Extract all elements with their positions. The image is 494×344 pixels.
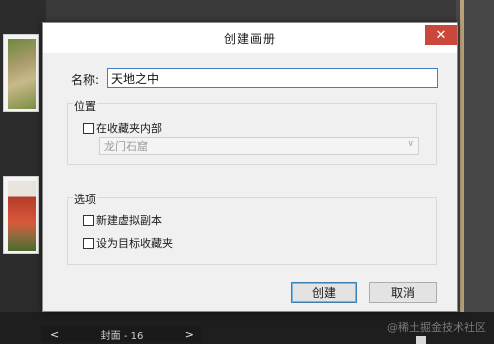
create-button[interactable]: 创建 bbox=[291, 282, 357, 303]
photo-thumbnail[interactable] bbox=[3, 34, 39, 112]
next-arrow-icon[interactable]: > bbox=[185, 328, 194, 341]
thumbnail-image bbox=[8, 181, 36, 251]
virtual-copy-checkbox[interactable] bbox=[83, 214, 94, 226]
set-target-label: 设为目标收藏夹 bbox=[96, 237, 173, 250]
thumbnail-size-slider[interactable] bbox=[416, 336, 426, 344]
set-target-option[interactable]: 设为目标收藏夹 bbox=[83, 235, 173, 251]
in-folder-option[interactable]: 在收藏夹内部 bbox=[83, 120, 162, 136]
filmstrip-navigator: < 封面 - 16 > bbox=[42, 326, 202, 342]
options-group bbox=[67, 197, 437, 265]
thumbnail-image bbox=[8, 39, 36, 109]
virtual-copy-label: 新建虚拟副本 bbox=[96, 214, 162, 227]
dialog-titlebar[interactable]: 创建画册 bbox=[43, 23, 457, 53]
location-group-title: 位置 bbox=[73, 98, 97, 114]
photo-thumbnail[interactable] bbox=[3, 176, 39, 254]
virtual-copy-option[interactable]: 新建虚拟副本 bbox=[83, 212, 162, 228]
right-panel-accent bbox=[460, 0, 464, 312]
folder-select: 龙门石窟 ∨ bbox=[99, 137, 419, 155]
name-input[interactable] bbox=[107, 68, 438, 88]
name-label: 名称: bbox=[71, 73, 100, 87]
watermark: @稀土掘金技术社区 bbox=[387, 321, 486, 334]
prev-arrow-icon[interactable]: < bbox=[50, 328, 59, 341]
filmstrip-count: 封面 - 16 bbox=[100, 330, 144, 342]
chevron-down-icon: ∨ bbox=[407, 139, 414, 149]
cancel-button[interactable]: 取消 bbox=[369, 282, 437, 303]
folder-select-value: 龙门石窟 bbox=[104, 140, 148, 153]
close-button[interactable]: ✕ bbox=[425, 25, 457, 45]
set-target-checkbox[interactable] bbox=[83, 237, 94, 249]
dialog-title: 创建画册 bbox=[223, 31, 276, 46]
options-group-title: 选项 bbox=[73, 191, 97, 207]
create-collection-dialog: 创建画册 ✕ 名称: 位置 在收藏夹内部 龙门石窟 ∨ 选项 新建虚拟副本 设为… bbox=[42, 22, 458, 312]
in-folder-checkbox[interactable] bbox=[83, 122, 94, 134]
in-folder-label: 在收藏夹内部 bbox=[96, 122, 162, 135]
close-icon: ✕ bbox=[435, 27, 447, 43]
